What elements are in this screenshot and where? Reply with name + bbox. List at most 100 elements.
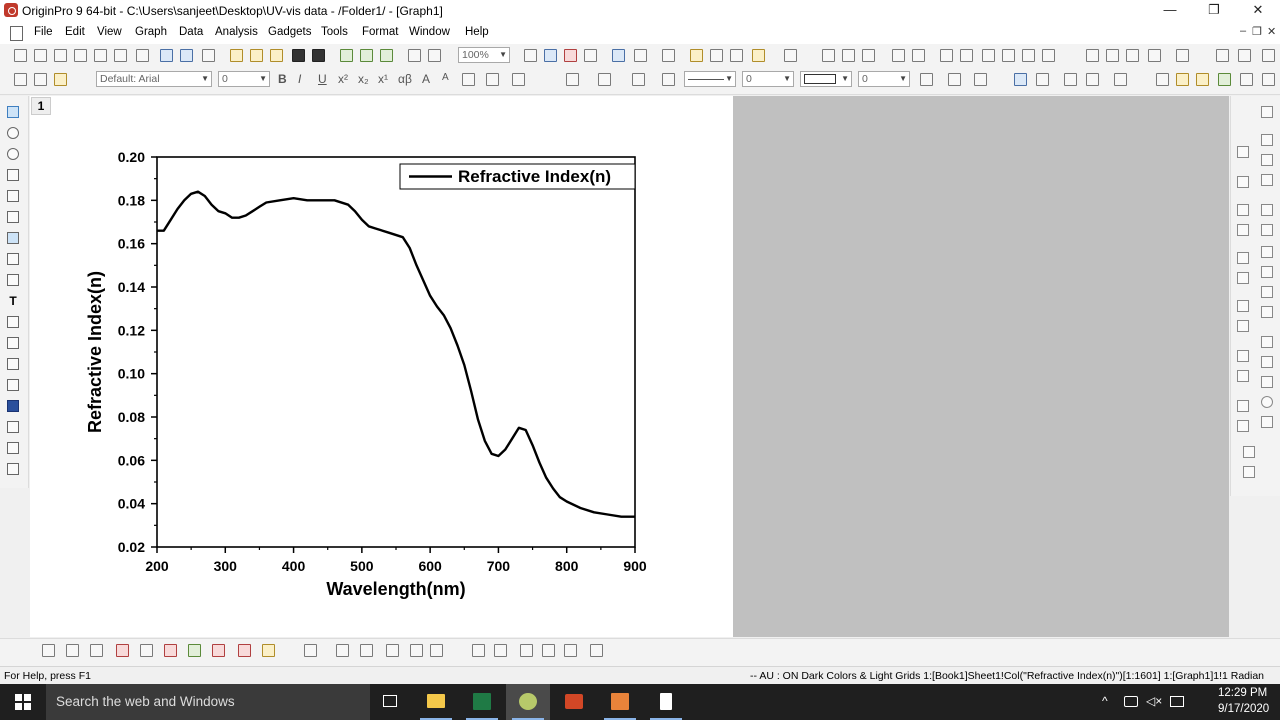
menu-edit[interactable]: Edit [65,26,85,38]
close-button[interactable]: ✕ [1236,0,1280,22]
new-layout-icon[interactable] [136,49,149,62]
sort-icon[interactable] [862,49,875,62]
supersubscript-button[interactable]: x¹ [378,72,388,86]
scale-in-icon[interactable] [7,232,19,244]
plugin-icon[interactable] [752,49,765,62]
unmerge-icon[interactable] [1036,73,1049,86]
new-graph-icon[interactable] [74,49,87,62]
insert-equation-icon[interactable] [7,442,19,454]
new-excel-icon[interactable] [54,49,67,62]
task-view-button[interactable] [368,684,412,720]
taskbar-excel[interactable] [460,684,504,720]
menu-help[interactable]: Help [465,26,489,38]
chart[interactable]: 200 300 400 500 600 700 800 900 0.02 0.04 0.06 0.08… [30,96,733,637]
code-window-icon[interactable] [690,49,703,62]
mask-hide-icon[interactable] [564,644,577,657]
axis-bottom-icon[interactable] [1261,204,1273,216]
insert-image-icon[interactable] [7,463,19,475]
multi-curve-icon[interactable] [140,644,153,657]
hand-tool-icon[interactable] [7,379,19,391]
flip-icon[interactable] [1243,446,1255,458]
font-name-select[interactable]: Default: Arial ▼ [96,71,212,87]
sum-icon[interactable] [842,49,855,62]
column-plot-icon[interactable] [116,644,129,657]
menu-tools[interactable]: Tools [321,26,348,38]
bold-button[interactable]: B [278,72,287,86]
3d-surface-icon[interactable] [304,644,317,657]
volume-icon[interactable]: ◁× [1146,694,1162,708]
filter-clear-icon[interactable] [1042,49,1055,62]
clock-time[interactable]: 12:29 PM [1218,687,1267,699]
column-x-icon[interactable] [912,49,925,62]
fill-color-icon[interactable] [566,73,579,86]
set-disregard-icon[interactable] [1262,49,1275,62]
hatch-pattern-icon[interactable] [920,73,933,86]
stack-icon[interactable] [960,49,973,62]
axis-right-icon[interactable] [1261,246,1273,258]
menu-graph[interactable]: Graph [135,26,167,38]
subscript-button[interactable]: x₂ [358,72,369,86]
superscript-button[interactable]: x² [338,72,348,86]
layer-info-icon[interactable] [1261,306,1273,318]
new-matrix-icon[interactable] [94,49,107,62]
column-label-icon[interactable] [982,49,995,62]
origin-app-icon[interactable] [4,3,18,17]
arrow-tool-icon[interactable] [7,316,19,328]
mdi-minimize-button[interactable]: – [1240,25,1246,37]
rotate-icon[interactable] [1237,420,1249,432]
lock-icon[interactable] [1114,73,1127,86]
menu-gadgets[interactable]: Gadgets [268,26,311,38]
insert-table-icon[interactable] [7,421,19,433]
set-error-icon[interactable] [1148,49,1161,62]
graph-page[interactable]: 200 300 400 500 600 700 800 900 0.02 0.04 0.06 0.08… [30,96,733,637]
italic-button[interactable]: I [298,72,301,86]
layer-tab[interactable]: 1 [31,97,51,115]
column-stats-icon[interactable] [822,49,835,62]
menu-analysis[interactable]: Analysis [215,26,258,38]
stock-chart-icon[interactable] [238,644,251,657]
print-icon[interactable] [524,49,537,62]
group-icon[interactable] [1237,370,1249,382]
same-height-icon[interactable] [1237,300,1249,312]
menu-data[interactable]: Data [179,26,203,38]
merge-graphs-icon[interactable] [1261,174,1273,186]
batch-icon[interactable] [1218,73,1231,86]
date-time-icon[interactable] [1261,376,1273,388]
template-library-icon[interactable] [262,644,275,657]
more-tools-icon[interactable] [1262,73,1275,86]
set-label-icon[interactable] [1176,49,1189,62]
font-color-icon[interactable] [512,73,525,86]
align-right-icon[interactable] [1237,224,1249,236]
pattern-size-select[interactable]: 0 ▼ [858,71,910,87]
send-back-icon[interactable] [1237,350,1249,362]
new-3d-graph-icon[interactable] [202,49,215,62]
mask-icon[interactable] [472,644,485,657]
bar-chart-icon[interactable] [940,49,953,62]
insert-graph-icon[interactable] [7,400,19,412]
timestamp-icon[interactable] [1261,396,1273,408]
set-x-icon[interactable] [1086,49,1099,62]
move-right-icon[interactable] [1086,73,1099,86]
import-multiple-icon[interactable] [360,49,373,62]
underline-button[interactable]: U [318,72,327,86]
decrease-font-button[interactable]: A [442,72,449,83]
draw-data-icon[interactable] [7,274,19,286]
frame-icon[interactable] [1261,266,1273,278]
new-project-icon[interactable] [14,49,27,62]
filter-icon[interactable] [1002,49,1015,62]
align-top-icon[interactable] [1237,146,1249,158]
duplicate-icon[interactable] [544,49,557,62]
taskbar-acrobat[interactable] [552,684,596,720]
app-gallery-icon[interactable] [1240,73,1253,86]
command-window-icon[interactable] [662,49,675,62]
legend-icon[interactable] [1261,286,1273,298]
matrix-plot-icon[interactable] [430,644,443,657]
scatter-plot-icon[interactable] [66,644,79,657]
menu-window[interactable]: Window [409,26,450,38]
add-xy-layer-icon[interactable] [1261,154,1273,166]
set-group-icon[interactable] [1216,49,1229,62]
taskbar-notepad[interactable] [644,684,688,720]
set-y-icon[interactable] [1106,49,1119,62]
distribute-icon[interactable] [1237,252,1249,264]
mdi-close-button[interactable]: ✕ [1267,25,1276,38]
